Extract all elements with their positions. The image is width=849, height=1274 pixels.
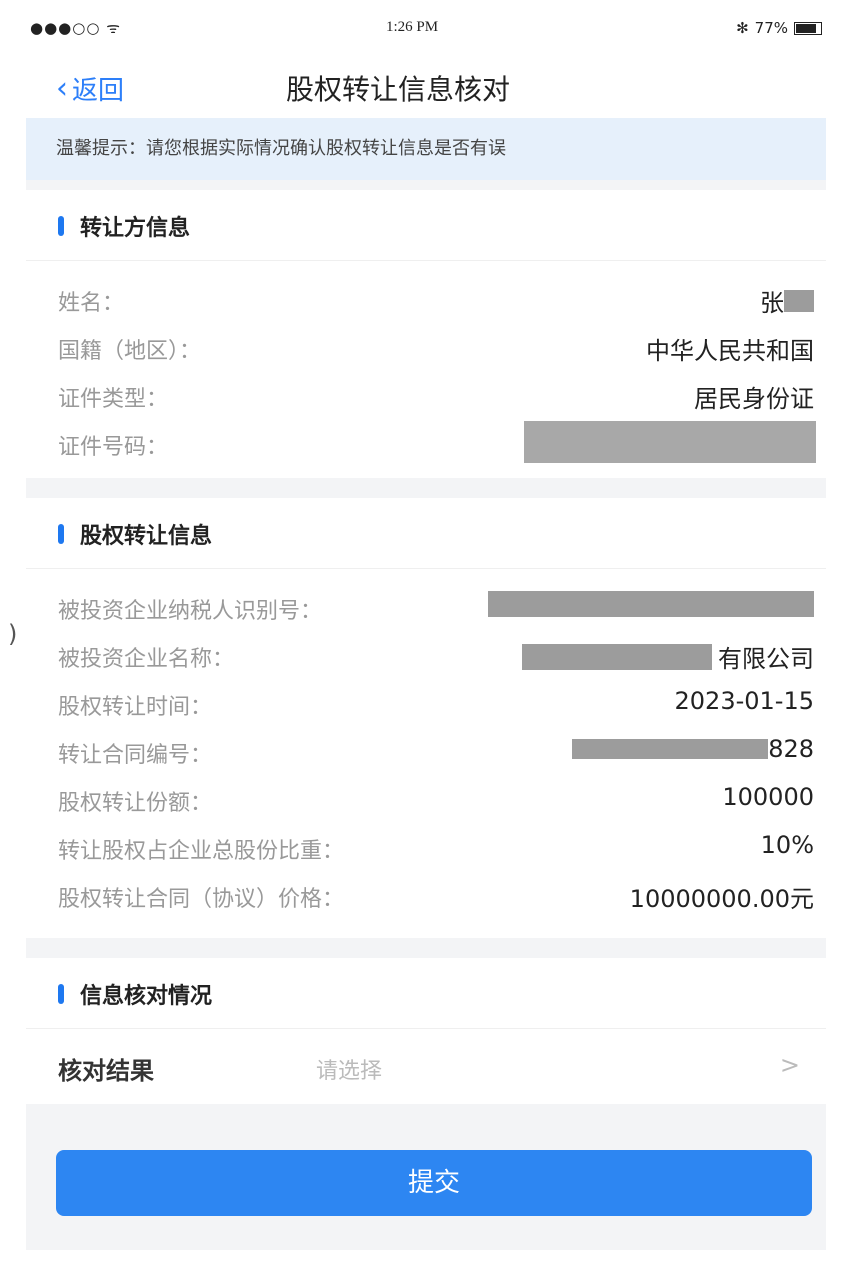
signal-wifi: ●●●○○ ᯤ: [30, 18, 121, 38]
row-value: 10%: [760, 831, 814, 859]
bluetooth-icon: ✻: [736, 19, 749, 37]
check-result-label: 核对结果: [58, 1057, 154, 1085]
info-row-shares: 股权转让份额： 100000: [26, 775, 826, 823]
row-value: 居民身份证: [694, 385, 814, 413]
redaction-block: [572, 739, 769, 759]
section-header: 转让方信息: [26, 190, 826, 261]
section-accent-bar: [58, 984, 64, 1004]
row-value: 中华人民共和国: [646, 337, 814, 365]
redaction-block: [524, 421, 816, 463]
tip-banner: 温馨提示：请您根据实际情况确认股权转让信息是否有误: [26, 118, 826, 180]
transferor-section: 转让方信息 姓名： 张 国籍（地区）： 中华人民共和国 证件类型： 居民身份证 …: [26, 190, 826, 478]
section-header: 股权转让信息: [26, 498, 826, 569]
redaction-block: [784, 289, 814, 312]
row-label: 股权转让合同（协议）价格：: [58, 887, 345, 912]
contract-suffix: 828: [768, 735, 814, 763]
info-row-ratio: 转让股权占企业总股份比重： 10%: [26, 823, 826, 871]
info-row-id-number: 证件号码：: [26, 419, 826, 467]
chevron-left-icon: ‹: [56, 70, 68, 106]
section-title: 转让方信息: [80, 216, 191, 241]
name-value: 张: [760, 289, 784, 317]
check-result-placeholder: 请选择: [316, 1059, 383, 1084]
redaction-block: [522, 643, 712, 670]
row-value: 100000: [722, 783, 814, 811]
info-row-transfer-date: 股权转让时间： 2023-01-15: [26, 679, 826, 727]
row-value: 10000000.00元: [629, 885, 814, 913]
section-header: 信息核对情况: [26, 958, 826, 1029]
info-row-name: 姓名： 张: [26, 275, 826, 323]
back-button[interactable]: ‹ 返回: [56, 70, 124, 107]
status-time: 1:26 PM: [386, 19, 439, 35]
row-value: 2023-01-15: [674, 687, 814, 715]
page-title: 股权转让信息核对: [286, 73, 511, 106]
signal-icon: ●●●○○: [30, 19, 101, 37]
section-accent-bar: [58, 216, 64, 236]
row-value: 828: [572, 735, 814, 763]
info-row-company-name: 被投资企业名称： 有限公司: [26, 631, 826, 679]
battery-percent: 77%: [754, 19, 788, 37]
company-suffix: 有限公司: [718, 645, 814, 673]
info-row-id-type: 证件类型： 居民身份证: [26, 371, 826, 419]
row-value: 有限公司: [522, 639, 814, 674]
row-label: 被投资企业纳税人识别号：: [58, 599, 323, 624]
equity-section: 股权转让信息 被投资企业纳税人识别号： 被投资企业名称： 有限公司 股权转让时间…: [26, 498, 826, 938]
check-result-select[interactable]: 核对结果 请选择 >: [26, 1029, 826, 1103]
row-label: 股权转让时间：: [58, 695, 213, 720]
info-row-price: 股权转让合同（协议）价格： 10000000.00元: [26, 871, 826, 919]
nav-bar: ‹ 返回 股权转让信息核对: [26, 48, 826, 118]
row-label: 国籍（地区）：: [58, 339, 202, 364]
row-value: 张: [760, 283, 814, 318]
row-label: 姓名：: [58, 291, 125, 316]
info-row-nationality: 国籍（地区）： 中华人民共和国: [26, 323, 826, 371]
info-row-contract-number: 转让合同编号： 828: [26, 727, 826, 775]
row-label: 被投资企业名称：: [58, 647, 235, 672]
section-title: 股权转让信息: [80, 524, 213, 549]
back-label: 返回: [72, 76, 125, 106]
chevron-right-icon: >: [779, 1051, 800, 1079]
submit-button[interactable]: 提交: [56, 1150, 812, 1216]
check-section: 信息核对情况 核对结果 请选择 >: [26, 958, 826, 1104]
row-label: 转让合同编号：: [58, 743, 213, 768]
wifi-icon: ᯤ: [106, 19, 121, 37]
row-label: 证件类型：: [58, 387, 169, 412]
row-label: 转让股权占企业总股份比重：: [58, 839, 345, 864]
row-label: 证件号码：: [58, 435, 169, 460]
row-value: [524, 421, 816, 463]
edge-mark: ): [8, 620, 18, 648]
info-row-taxpayer-id: 被投资企业纳税人识别号：: [26, 583, 826, 631]
status-bar: ●●●○○ ᯤ 1:26 PM ✻ 77%: [26, 10, 826, 48]
battery-icon: [794, 21, 822, 35]
status-right: ✻ 77%: [736, 19, 822, 37]
section-accent-bar: [58, 524, 64, 544]
section-title: 信息核对情况: [80, 984, 213, 1009]
app-screen: ●●●○○ ᯤ 1:26 PM ✻ 77% ‹ 返回 股权转让信息核对 温馨提示…: [26, 10, 826, 1250]
row-label: 股权转让份额：: [58, 791, 213, 816]
row-value: [488, 591, 814, 617]
redaction-block: [488, 591, 814, 617]
